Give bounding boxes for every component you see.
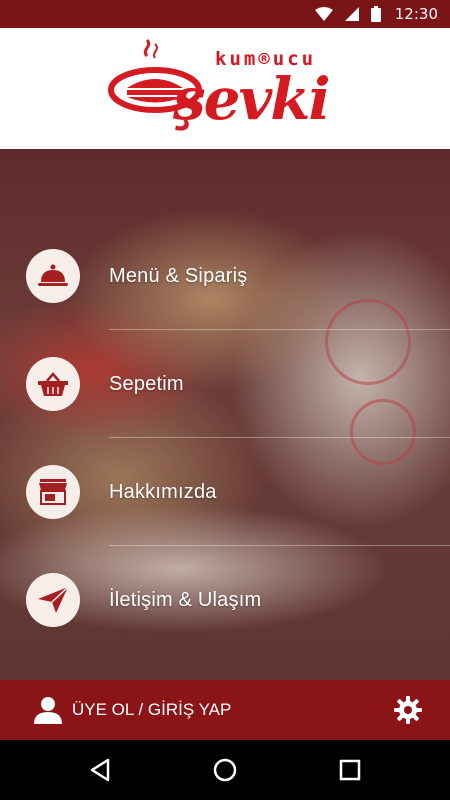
- paper-plane-icon: [38, 587, 68, 613]
- back-icon[interactable]: [86, 756, 114, 784]
- menu-item-label: İletişim & Ulaşım: [109, 588, 262, 611]
- menu-item-label: Sepetim: [109, 372, 184, 395]
- brand-logo: kum®ucu şevki: [105, 38, 351, 146]
- status-clock: 12:30: [394, 5, 438, 23]
- basket-icon: [38, 372, 68, 396]
- menu-icon-circle: [26, 573, 80, 627]
- menu-item-label: Menü & Sipariş: [109, 264, 248, 287]
- storefront-icon: [39, 479, 67, 505]
- gear-icon[interactable]: [394, 696, 422, 724]
- home-icon[interactable]: [211, 756, 239, 784]
- menu-icon-circle: [26, 465, 80, 519]
- menu-item-about[interactable]: Hakkımızda: [0, 438, 450, 546]
- signal-icon: [344, 7, 359, 21]
- menu-icon-circle: [26, 357, 80, 411]
- login-label: ÜYE OL / GİRİŞ YAP: [72, 700, 232, 719]
- system-nav-bar: [0, 740, 450, 800]
- login-register-button[interactable]: ÜYE OL / GİRİŞ YAP: [34, 680, 231, 740]
- app-header: kum®ucu şevki: [0, 28, 450, 149]
- logo-wordmark: şevki: [173, 65, 330, 133]
- user-icon: [34, 697, 62, 724]
- menu-icon-circle: [26, 249, 80, 303]
- menu-item-contact[interactable]: İletişim & Ulaşım: [0, 546, 450, 654]
- status-bar: 12:30: [0, 0, 450, 28]
- menu-item-cart[interactable]: Sepetim: [0, 330, 450, 438]
- menu-item-order[interactable]: Menü & Sipariş: [0, 222, 450, 330]
- battery-icon: [370, 6, 381, 22]
- menu-item-label: Hakkımızda: [109, 480, 217, 503]
- account-bar: ÜYE OL / GİRİŞ YAP: [0, 680, 450, 740]
- wifi-icon: [314, 7, 333, 21]
- food-cloche-icon: [38, 264, 68, 286]
- recents-icon[interactable]: [336, 756, 364, 784]
